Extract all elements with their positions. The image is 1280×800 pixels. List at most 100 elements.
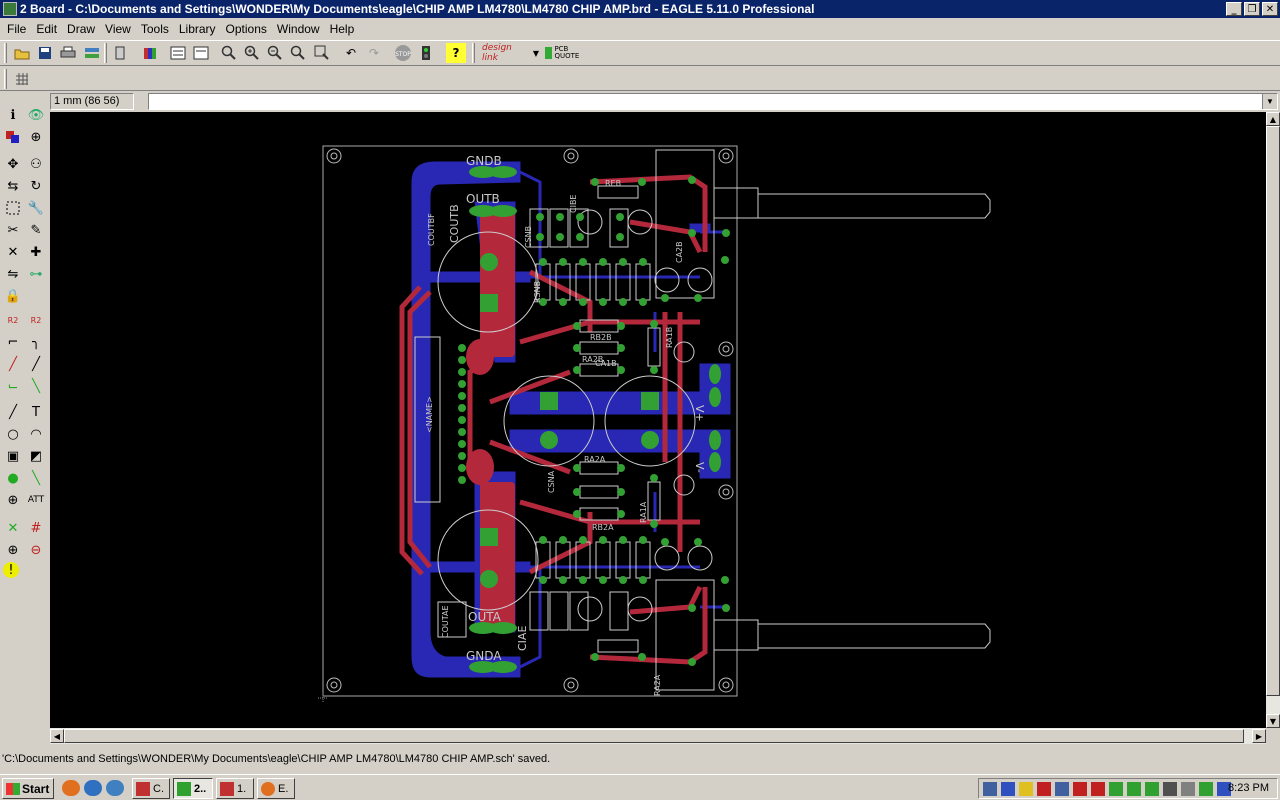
paste-icon[interactable]: ✂ <box>3 220 23 240</box>
tray-icon[interactable] <box>1163 782 1177 796</box>
ratsnest-icon[interactable]: ✕ <box>3 518 23 538</box>
media-quicklaunch-icon[interactable] <box>106 780 124 796</box>
rotate-icon[interactable]: ↻ <box>26 176 46 196</box>
arc-icon[interactable]: ◠ <box>26 424 46 444</box>
minimize-button[interactable]: _ <box>1226 2 1242 16</box>
zoom-select-icon[interactable] <box>312 43 332 63</box>
clock[interactable]: 8:23 PM <box>1228 782 1269 794</box>
chevron-down-icon[interactable]: ▼ <box>530 43 542 63</box>
split-icon[interactable]: R2 <box>3 310 23 330</box>
menu-options[interactable]: Options <box>221 22 272 36</box>
polygon-icon[interactable]: ◩ <box>26 446 46 466</box>
display-icon[interactable] <box>3 127 23 147</box>
speaker-icon[interactable] <box>1181 782 1195 796</box>
undo-icon[interactable]: ↶ <box>341 43 361 63</box>
task-button-4[interactable]: E. <box>257 778 295 799</box>
zoom-redraw-icon[interactable] <box>288 43 308 63</box>
zoom-out-icon[interactable] <box>265 43 285 63</box>
show-icon[interactable]: 👁 <box>26 105 46 125</box>
rect-icon[interactable]: ▣ <box>3 446 23 466</box>
menu-edit[interactable]: Edit <box>31 22 62 36</box>
vertical-scrollbar[interactable]: ▲ ▼ <box>1266 112 1280 728</box>
scroll-left-arrow[interactable]: ◀ <box>50 729 64 743</box>
help-icon[interactable]: ? <box>446 43 466 63</box>
pcbquote-button[interactable]: PCB QUOTE <box>545 43 585 63</box>
ripup-icon[interactable]: ╱ <box>3 354 23 374</box>
zoom-in-icon[interactable] <box>242 43 262 63</box>
attribute-icon[interactable]: ATT <box>26 490 46 510</box>
menu-library[interactable]: Library <box>174 22 221 36</box>
ie-quicklaunch-icon[interactable] <box>84 780 102 796</box>
menu-draw[interactable]: Draw <box>62 22 100 36</box>
tray-icon[interactable] <box>1127 782 1141 796</box>
change-icon[interactable]: 🔧 <box>26 198 46 218</box>
task-button-3[interactable]: 1. <box>216 778 254 799</box>
horizontal-scrollbar[interactable]: ◀ ▶ <box>50 728 1266 744</box>
firefox-quicklaunch-icon[interactable] <box>62 780 80 796</box>
tray-icon[interactable] <box>1199 782 1213 796</box>
text-icon[interactable]: T <box>26 402 46 422</box>
cam-icon[interactable] <box>82 43 102 63</box>
script-icon[interactable] <box>168 43 188 63</box>
move-icon[interactable]: ✥ <box>3 154 23 174</box>
scroll-up-arrow[interactable]: ▲ <box>1266 112 1280 126</box>
value-icon[interactable]: ⊶ <box>26 264 46 284</box>
designlink-button[interactable]: design link <box>482 43 528 63</box>
signal-icon[interactable]: ⌙ <box>3 376 23 396</box>
tray-icon[interactable] <box>1073 782 1087 796</box>
menu-window[interactable]: Window <box>272 22 325 36</box>
lock-icon[interactable]: ✎ <box>26 220 46 240</box>
print-icon[interactable] <box>58 43 78 63</box>
command-history-dropdown[interactable]: ▼ <box>1262 94 1277 109</box>
circle-icon[interactable]: ○ <box>3 424 23 444</box>
scroll-down-arrow[interactable]: ▼ <box>1266 714 1280 728</box>
tray-icon[interactable] <box>983 782 997 796</box>
drc-icon[interactable]: ⊖ <box>26 540 46 560</box>
command-input[interactable] <box>149 94 1259 110</box>
start-button[interactable]: Start <box>2 778 54 799</box>
menu-file[interactable]: File <box>2 22 31 36</box>
menu-view[interactable]: View <box>100 22 136 36</box>
stop-icon[interactable]: STOP <box>393 43 413 63</box>
tray-icon[interactable] <box>1109 782 1123 796</box>
tray-icon[interactable] <box>1037 782 1051 796</box>
mark-icon[interactable]: ⊕ <box>26 127 46 147</box>
zoom-fit-icon[interactable] <box>219 43 239 63</box>
open-icon[interactable] <box>12 43 32 63</box>
wire-icon[interactable]: ╱ <box>26 354 46 374</box>
auto-icon[interactable]: # <box>26 518 46 538</box>
info-icon[interactable]: ℹ <box>3 105 23 125</box>
line-icon[interactable]: ╱ <box>3 402 23 422</box>
antivirus-icon[interactable] <box>1091 782 1105 796</box>
horizontal-scroll-thumb[interactable] <box>64 729 1244 743</box>
switch-sch-icon[interactable] <box>110 43 130 63</box>
name-icon[interactable]: ⇋ <box>3 264 23 284</box>
library-icon[interactable] <box>140 43 160 63</box>
errors-icon[interactable]: ! <box>3 562 19 578</box>
go-icon[interactable] <box>416 43 436 63</box>
network-icon[interactable] <box>1055 782 1069 796</box>
ulp-icon[interactable] <box>191 43 211 63</box>
close-button[interactable]: ✕ <box>1262 2 1278 16</box>
lan-icon[interactable] <box>1145 782 1159 796</box>
task-button-2[interactable]: 2.. <box>173 778 213 799</box>
save-icon[interactable] <box>35 43 55 63</box>
via-icon[interactable]: ╲ <box>26 376 46 396</box>
signal-draw-icon[interactable]: ╲ <box>26 468 46 488</box>
optimize-icon[interactable]: R2 <box>26 310 46 330</box>
smash-icon[interactable]: 🔒 <box>3 286 23 306</box>
hole-icon[interactable]: ⊕ <box>3 490 23 510</box>
erc-icon[interactable]: ⊕ <box>3 540 23 560</box>
scroll-right-arrow[interactable]: ▶ <box>1252 729 1266 743</box>
board-canvas[interactable]: GNDB OUTB OUTA GNDA V+ V- COUTBF COUTB C… <box>50 112 1266 728</box>
route-icon[interactable]: ⌐ <box>3 332 23 352</box>
vertical-scroll-thumb[interactable] <box>1266 126 1280 696</box>
menu-tools[interactable]: Tools <box>136 22 174 36</box>
redo-icon[interactable]: ↷ <box>364 43 384 63</box>
shield-icon[interactable] <box>1019 782 1033 796</box>
mirror-icon[interactable]: ⇆ <box>3 176 23 196</box>
delete-icon[interactable]: ✕ <box>3 242 23 262</box>
grid-icon[interactable] <box>12 69 32 89</box>
group-icon[interactable] <box>3 198 23 218</box>
menu-help[interactable]: Help <box>325 22 360 36</box>
